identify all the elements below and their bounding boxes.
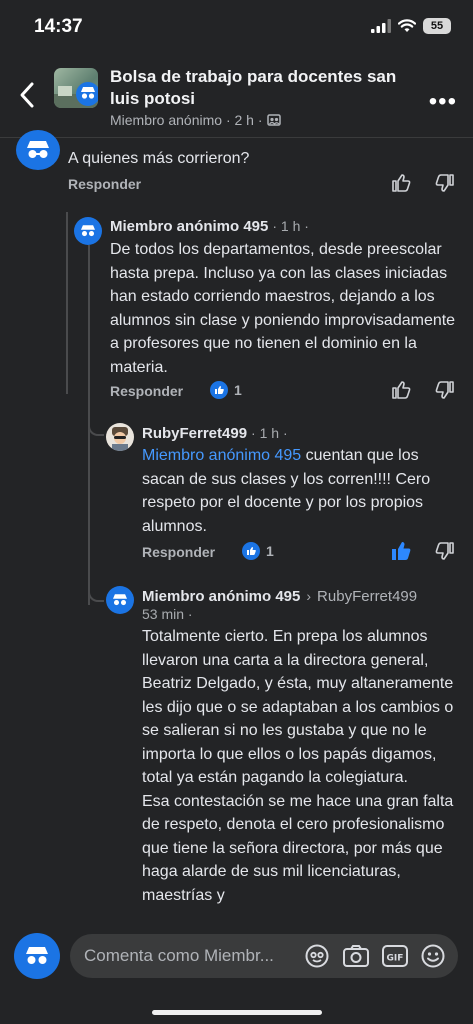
group-privacy-icon [266, 114, 281, 126]
reaction-count-text: 1 [266, 543, 274, 559]
group-cover-image[interactable] [54, 68, 98, 108]
reply-target[interactable]: RubyFerret499 [317, 588, 417, 605]
comment-header: Miembro anónimo 495 · 1 h · [110, 218, 309, 235]
dislike-icon[interactable] [434, 172, 456, 194]
battery-icon: 55 [423, 18, 451, 34]
camera-icon[interactable] [342, 943, 370, 969]
comment-composer: Comenta como Miembr... GIF [0, 922, 473, 1024]
back-arrow-icon[interactable] [16, 78, 38, 112]
incognito-icon [81, 225, 95, 237]
reply-button[interactable]: Responder [110, 383, 183, 399]
liked-icon[interactable] [390, 540, 412, 562]
group-title[interactable]: Bolsa de trabajo para docentes san luis … [110, 66, 410, 110]
post-meta: Miembro anónimo · 2 h · [110, 112, 281, 128]
comment-text: Totalmente cierto. En prepa los alumnos … [142, 628, 454, 904]
comment-time: 53 min · [142, 606, 193, 622]
mention-link[interactable]: Miembro anónimo 495 [142, 447, 301, 464]
comment-text: Miembro anónimo 495 cuentan que los saca… [142, 444, 460, 538]
comment-author[interactable]: RubyFerret499 [142, 425, 247, 442]
status-time: 14:37 [34, 16, 83, 37]
incognito-icon [26, 947, 48, 964]
like-icon[interactable] [390, 379, 412, 401]
emoji-icon[interactable] [420, 943, 446, 969]
comment-author[interactable]: Miembro anónimo 495 [110, 218, 268, 235]
incognito-icon [113, 594, 127, 606]
more-options-icon[interactable]: ••• [429, 88, 457, 116]
wifi-icon [398, 19, 416, 32]
thread-line [66, 212, 68, 394]
comment-input-placeholder: Comenta como Miembr... [84, 946, 274, 965]
comment-header: Miembro anónimo 495 › RubyFerret499 [142, 588, 417, 605]
dislike-icon[interactable] [434, 540, 456, 562]
comment-time: · 1 h · [272, 218, 309, 234]
composer-avatar[interactable] [14, 933, 60, 979]
comment-text: A quienes más corrieron? [68, 150, 250, 167]
header-divider [0, 137, 473, 138]
like-reaction-icon [242, 542, 260, 560]
signal-icon [371, 19, 391, 33]
reaction-count[interactable]: 1 [242, 542, 274, 560]
comment-text: De todos los departamentos, desde preesc… [110, 241, 456, 376]
incognito-icon [27, 141, 49, 158]
dislike-icon[interactable] [434, 379, 456, 401]
thread-branch [88, 590, 104, 602]
avatar-sticker-icon[interactable] [304, 943, 330, 969]
reaction-count[interactable]: 1 [210, 381, 242, 399]
svg-text:GIF: GIF [387, 954, 404, 964]
anonymous-avatar[interactable] [16, 130, 60, 170]
gif-icon[interactable]: GIF [381, 943, 409, 969]
user-avatar[interactable] [106, 423, 134, 451]
post-meta-text: Miembro anónimo · 2 h · [110, 112, 263, 128]
reply-arrow-icon: › [306, 588, 312, 604]
reaction-count-text: 1 [234, 382, 242, 398]
comment-author[interactable]: Miembro anónimo 495 [142, 588, 300, 605]
reply-button[interactable]: Responder [142, 544, 215, 560]
status-icons: 55 [371, 18, 451, 34]
anonymous-avatar[interactable] [106, 586, 134, 614]
comment-time: · 1 h · [251, 425, 288, 441]
reply-button[interactable]: Responder [68, 176, 141, 192]
like-reaction-icon [210, 381, 228, 399]
home-indicator[interactable] [152, 1010, 322, 1015]
like-icon[interactable] [390, 172, 412, 194]
thread-branch [88, 424, 104, 436]
post-header: Bolsa de trabajo para docentes san luis … [0, 58, 473, 136]
comment-header: RubyFerret499 · 1 h · [142, 425, 288, 442]
anonymous-avatar[interactable] [74, 217, 102, 245]
